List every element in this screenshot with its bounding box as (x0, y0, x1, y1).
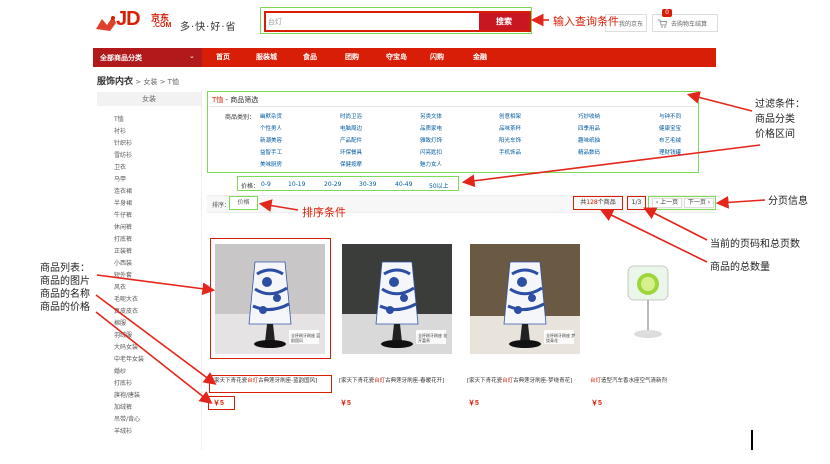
arrow-product-name (95, 294, 217, 385)
arrow-filter-category (686, 91, 753, 112)
text-cursor (751, 430, 753, 450)
arrow-page-current (643, 207, 708, 241)
arrow-paging (715, 195, 766, 209)
page: JD 京东 .COM 多·快·好·省 搜索 我的京东 去购物车结算 0 全部商品… (0, 0, 830, 464)
arrow-count (600, 209, 708, 263)
arrow-sort (258, 199, 299, 212)
annotation-arrows (95, 13, 766, 404)
arrow-filter-price (461, 144, 761, 188)
arrow-product-image (96, 274, 216, 296)
arrow-product-price (95, 311, 213, 404)
